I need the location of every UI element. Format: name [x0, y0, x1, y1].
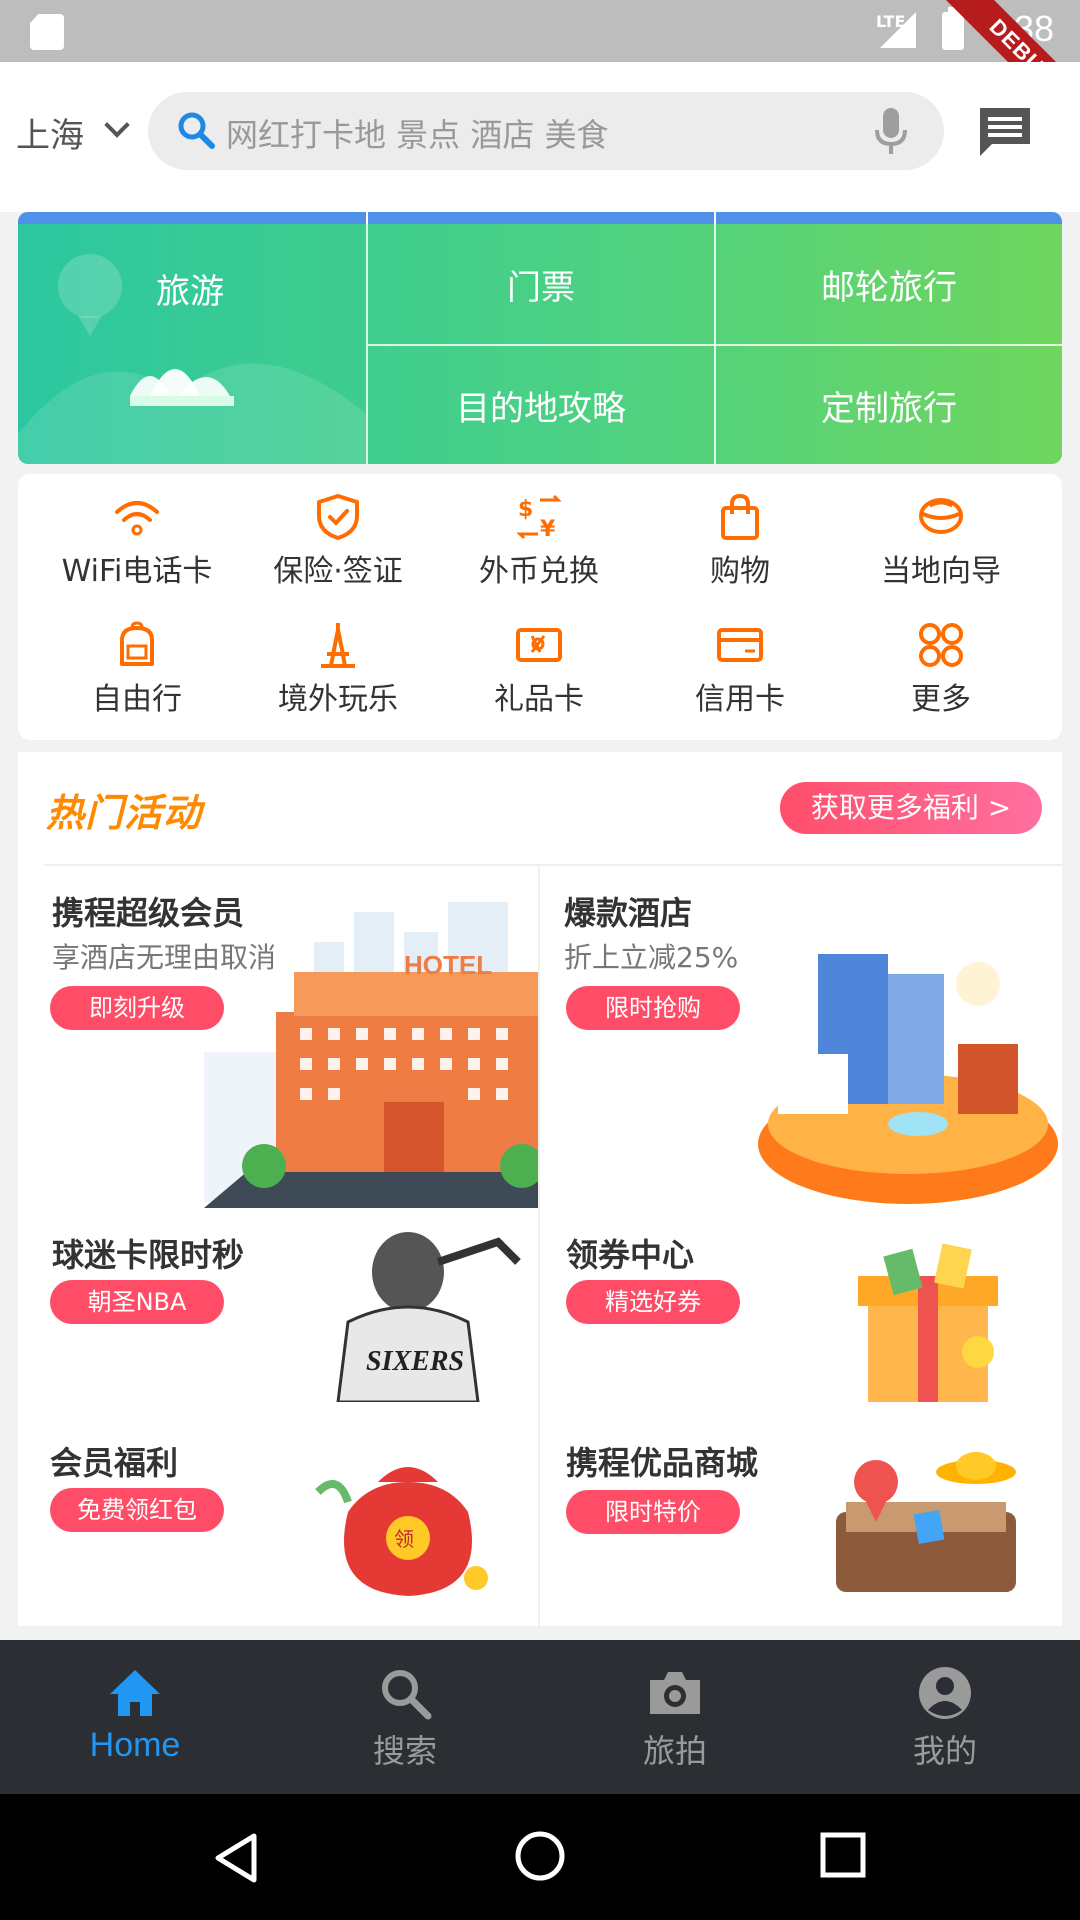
- grid-nav-tickets[interactable]: 门票: [368, 224, 714, 344]
- card-button[interactable]: 限时特价: [566, 1490, 740, 1534]
- sub-nav-label: 境外玩乐: [278, 682, 398, 717]
- sub-nav-label: 自由行: [92, 682, 182, 717]
- recents-icon[interactable]: [820, 1832, 866, 1878]
- sub-nav-gift-card[interactable]: 礼品卡: [439, 620, 639, 718]
- svg-text:¥: ¥: [540, 517, 556, 542]
- card-title: 爆款酒店: [564, 894, 693, 932]
- grid-nav: 旅游 门票 邮轮旅行 目的地攻略 定制旅行: [18, 212, 1062, 464]
- credit-card-icon: [717, 628, 763, 662]
- grid-nav-cruise[interactable]: 邮轮旅行: [716, 224, 1062, 344]
- sub-nav-credit-card[interactable]: 信用卡: [640, 620, 840, 718]
- card-button[interactable]: 即刻升级: [50, 986, 224, 1030]
- tab-label: Home: [89, 1726, 181, 1764]
- home-icon: [110, 1670, 160, 1716]
- tower-icon: [321, 623, 355, 668]
- sub-nav-label: WiFi电话卡: [61, 554, 213, 589]
- guide-icon: [919, 498, 963, 534]
- tab-mine[interactable]: 我的: [810, 1640, 1080, 1794]
- status-bar: LTE 1:38: [0, 0, 1080, 62]
- sub-nav-wifi[interactable]: WiFi电话卡: [37, 492, 237, 590]
- shield-icon: [317, 494, 359, 540]
- tab-travel-photo[interactable]: 旅拍: [540, 1640, 810, 1794]
- tab-label: 旅拍: [642, 1732, 707, 1770]
- search-icon: [382, 1670, 432, 1720]
- card-subtitle: 折上立减25%: [564, 941, 739, 974]
- card-button[interactable]: 朝圣NBA: [50, 1280, 224, 1324]
- card-button[interactable]: 精选好券: [566, 1280, 740, 1324]
- grid-nav-main[interactable]: 旅游: [156, 264, 224, 313]
- travel-illustration: [18, 254, 366, 464]
- svg-text:$: $: [518, 497, 533, 522]
- sub-nav-label: 信用卡: [695, 682, 785, 717]
- battery-icon: [942, 7, 964, 50]
- card-title: 携程优品商城: [566, 1444, 759, 1482]
- city-selector[interactable]: 上海: [16, 108, 84, 157]
- grid-nav-custom-travel[interactable]: 定制旅行: [716, 346, 1062, 464]
- divider: [538, 864, 540, 1628]
- search-placeholder: 网红打卡地 景点 酒店 美食: [226, 116, 609, 154]
- shopping-bag-icon: [721, 493, 759, 540]
- backpack-icon: [120, 621, 154, 666]
- card-title: 领券中心: [566, 1236, 695, 1274]
- tab-label: 搜索: [372, 1732, 437, 1770]
- more-benefits-button[interactable]: 获取更多福利 >: [780, 782, 1042, 834]
- sub-nav-label: 购物: [710, 554, 770, 589]
- sub-nav-guide[interactable]: 当地向导: [841, 492, 1041, 590]
- hotel-island-illustration: [758, 954, 1058, 1204]
- card-title: 会员福利: [50, 1444, 179, 1482]
- search-header: 上海 网红打卡地 景点 酒店 美食: [0, 62, 1080, 212]
- card-button[interactable]: 免费领红包: [50, 1488, 224, 1532]
- sub-nav-label: 当地向导: [881, 554, 1001, 589]
- gift-box-illustration: [858, 1243, 998, 1402]
- currency-exchange-icon: $ ¥: [516, 494, 562, 542]
- basketball-player-illustration: SIXERS: [336, 1232, 521, 1402]
- system-navigation-bar: [0, 1794, 1080, 1920]
- sub-nav-label: 礼品卡: [494, 682, 584, 717]
- grid-nav-strip: [18, 212, 1062, 224]
- jersey-text: SIXERS: [366, 1346, 464, 1377]
- camera-icon: [650, 1672, 700, 1714]
- hotel-illustration: HOTEL: [204, 902, 538, 1208]
- divider: [18, 1626, 1062, 1628]
- grid-nav-guides[interactable]: 目的地攻略: [368, 346, 714, 464]
- sd-card-icon: [30, 14, 64, 50]
- gift-card-icon: [516, 628, 562, 662]
- sub-nav-label: 更多: [911, 682, 971, 717]
- divider: [44, 864, 1062, 866]
- red-packet-text: 领: [394, 1527, 414, 1551]
- sub-nav-label: 外币兑换: [479, 554, 599, 589]
- sub-nav-more[interactable]: 更多: [841, 620, 1041, 718]
- chevron-down-icon[interactable]: [104, 112, 130, 138]
- activities-title: 热门活动: [46, 791, 203, 835]
- card-title: 球迷卡限时秒: [52, 1236, 245, 1274]
- tab-search[interactable]: 搜索: [270, 1640, 540, 1794]
- sub-nav-free-travel[interactable]: 自由行: [37, 620, 237, 718]
- sub-nav: WiFi电话卡 保险·签证 $ ¥ 外币兑换 购物 当地向导 自由行 境外玩乐 …: [18, 474, 1062, 740]
- search-icon: [178, 112, 215, 149]
- tab-label: 我的: [912, 1732, 977, 1770]
- strip-divider: [366, 212, 368, 224]
- home-circle-icon[interactable]: [514, 1830, 566, 1882]
- back-icon[interactable]: [212, 1832, 260, 1884]
- sub-nav-label: 保险·签证: [273, 554, 403, 589]
- sub-nav-shopping[interactable]: 购物: [640, 492, 840, 590]
- hotel-sign-text: HOTEL: [404, 950, 492, 980]
- sub-nav-currency[interactable]: $ ¥ 外币兑换: [439, 492, 639, 590]
- search-input[interactable]: 网红打卡地 景点 酒店 美食: [148, 92, 944, 170]
- card-button[interactable]: 限时抢购: [566, 986, 740, 1030]
- hot-activities: 热门活动 获取更多福利 > 携程超级会员 享酒店无理由取消 即刻升级 HOTEL: [18, 752, 1062, 1628]
- strip-divider: [714, 212, 716, 224]
- suitcase-illustration: [836, 1452, 1016, 1592]
- message-icon[interactable]: [976, 104, 1034, 158]
- sub-nav-insurance[interactable]: 保险·签证: [238, 492, 438, 590]
- bottom-tab-bar: Home 搜索 旅拍 我的: [0, 1640, 1080, 1794]
- sub-nav-overseas-fun[interactable]: 境外玩乐: [238, 620, 438, 718]
- red-packet-illustration: 领: [315, 1467, 488, 1596]
- account-icon: [919, 1667, 971, 1719]
- wifi-icon: [115, 501, 159, 536]
- more-icon: [919, 623, 963, 667]
- mic-icon[interactable]: [872, 106, 910, 156]
- tab-home[interactable]: Home: [0, 1640, 270, 1794]
- signal-icon: [880, 12, 916, 48]
